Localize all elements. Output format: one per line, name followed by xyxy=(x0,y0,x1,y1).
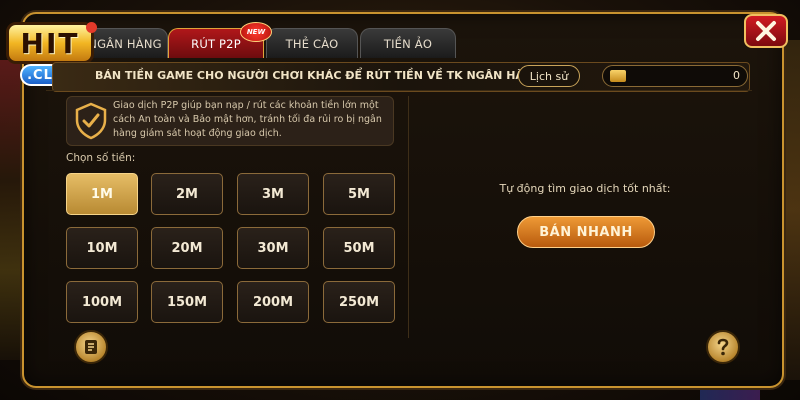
amount-option-3m[interactable]: 3M xyxy=(237,173,309,215)
amount-option-50m[interactable]: 50M xyxy=(323,227,395,269)
wallet-icon xyxy=(610,70,626,82)
game-screen: Hay kích hoạt SĐT NGÂN HÀNG RÚT P2P THẺ … xyxy=(0,0,800,400)
history-button[interactable]: Lịch sử xyxy=(518,65,580,87)
notification-dot xyxy=(86,22,97,33)
logo-top-text: HIT xyxy=(6,22,94,64)
quick-sell-button[interactable]: BÁN NHANH xyxy=(517,216,655,248)
amount-option-250m[interactable]: 250M xyxy=(323,281,395,323)
amount-option-200m[interactable]: 200M xyxy=(237,281,309,323)
help-button[interactable] xyxy=(706,330,740,364)
amount-option-150m[interactable]: 150M xyxy=(151,281,223,323)
wallet-balance-value: 0 xyxy=(733,69,740,82)
new-badge: NEW xyxy=(240,22,272,42)
close-icon xyxy=(756,21,776,41)
auto-match-label: Tự động tìm giao dịch tốt nhất: xyxy=(499,182,671,195)
guide-button[interactable] xyxy=(74,330,108,364)
amount-option-20m[interactable]: 20M xyxy=(151,227,223,269)
amount-option-1m[interactable]: 1M xyxy=(66,173,138,215)
amount-option-5m[interactable]: 5M xyxy=(323,173,395,215)
close-button[interactable] xyxy=(744,14,788,48)
header-title: BÁN TIỀN GAME CHO NGƯỜI CHƠI KHÁC ĐỂ RÚT… xyxy=(95,69,543,82)
shield-check-icon xyxy=(75,102,107,140)
tab-bank[interactable]: NGÂN HÀNG xyxy=(82,28,168,58)
vertical-divider xyxy=(408,96,409,338)
amount-option-10m[interactable]: 10M xyxy=(66,227,138,269)
document-icon xyxy=(85,340,97,354)
tab-scratch-card[interactable]: THẺ CÀO xyxy=(266,28,358,58)
question-mark-icon xyxy=(717,338,729,356)
tab-crypto[interactable]: TIỀN ẢO xyxy=(360,28,456,58)
amount-option-30m[interactable]: 30M xyxy=(237,227,309,269)
amount-option-2m[interactable]: 2M xyxy=(151,173,223,215)
choose-amount-label: Chọn số tiền: xyxy=(66,152,136,164)
amount-option-100m[interactable]: 100M xyxy=(66,281,138,323)
security-notice-text: Giao dịch P2P giúp bạn nạp / rút các kho… xyxy=(113,100,382,139)
